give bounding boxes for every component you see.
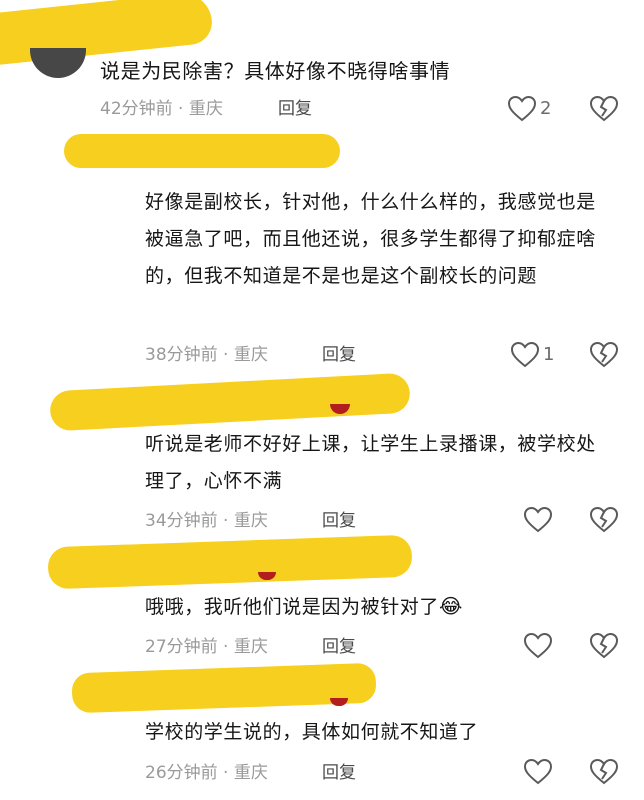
broken-heart-icon[interactable] <box>590 759 618 785</box>
comment-text: 好像是副校长，针对他，什么什么样的，我感觉也是被逼急了吧，而且他还说，很多学生都… <box>145 191 596 287</box>
comment-time: 27分钟前 <box>145 637 218 657</box>
reply-button[interactable]: 回复 <box>322 636 356 658</box>
comment-time: 34分钟前 <box>145 511 218 531</box>
redaction-mark <box>64 134 340 168</box>
comment-meta: 42分钟前 · 重庆 <box>100 99 223 119</box>
comment-location: 重庆 <box>188 99 223 119</box>
comment-time: 38分钟前 <box>145 345 218 365</box>
redaction-mark <box>47 534 413 590</box>
heart-outline-icon[interactable] <box>524 507 552 533</box>
comment-location: 重庆 <box>233 763 268 783</box>
reply-button[interactable]: 回复 <box>322 762 356 784</box>
comment-text-body: 哦哦，我听他们说是因为被针对了 <box>145 596 440 618</box>
broken-heart-icon[interactable] <box>590 342 618 368</box>
comment-text: 哦哦，我听他们说是因为被针对了😂 <box>145 588 615 626</box>
avatar[interactable] <box>30 48 86 78</box>
heart-outline-icon[interactable] <box>524 633 552 659</box>
comment-meta: 38分钟前 · 重庆 <box>145 345 268 365</box>
laughing-emoji: 😂 <box>439 594 463 618</box>
broken-heart-icon[interactable] <box>590 633 618 659</box>
comment-meta: 27分钟前 · 重庆 <box>145 637 268 657</box>
comment-time: 26分钟前 <box>145 763 218 783</box>
heart-outline-icon[interactable] <box>508 96 536 122</box>
like-count: 2 <box>540 98 552 119</box>
comment-time: 42分钟前 <box>100 99 173 119</box>
comment-location: 重庆 <box>233 511 268 531</box>
reply-button[interactable]: 回复 <box>322 510 356 532</box>
broken-heart-icon[interactable] <box>590 507 618 533</box>
heart-outline-icon[interactable] <box>511 342 539 368</box>
comment-text: 说是为民除害？具体好像不晓得啥事情 <box>100 59 451 83</box>
comment-meta: 34分钟前 · 重庆 <box>145 511 268 531</box>
comment-text: 学校的学生说的，具体如何就不知道了 <box>145 721 479 743</box>
like-count: 1 <box>543 344 555 365</box>
comment-location: 重庆 <box>233 637 268 657</box>
redaction-mark <box>71 662 377 714</box>
comment-location: 重庆 <box>233 345 268 365</box>
comment-text: 听说是老师不好好上课，让学生上录播课，被学校处理了，心怀不满 <box>145 433 596 492</box>
reply-button[interactable]: 回复 <box>322 344 356 366</box>
avatar[interactable] <box>330 698 348 706</box>
comment-meta: 26分钟前 · 重庆 <box>145 763 268 783</box>
reply-button[interactable]: 回复 <box>278 98 312 120</box>
redaction-mark <box>49 372 411 432</box>
broken-heart-icon[interactable] <box>590 96 618 122</box>
heart-outline-icon[interactable] <box>524 759 552 785</box>
